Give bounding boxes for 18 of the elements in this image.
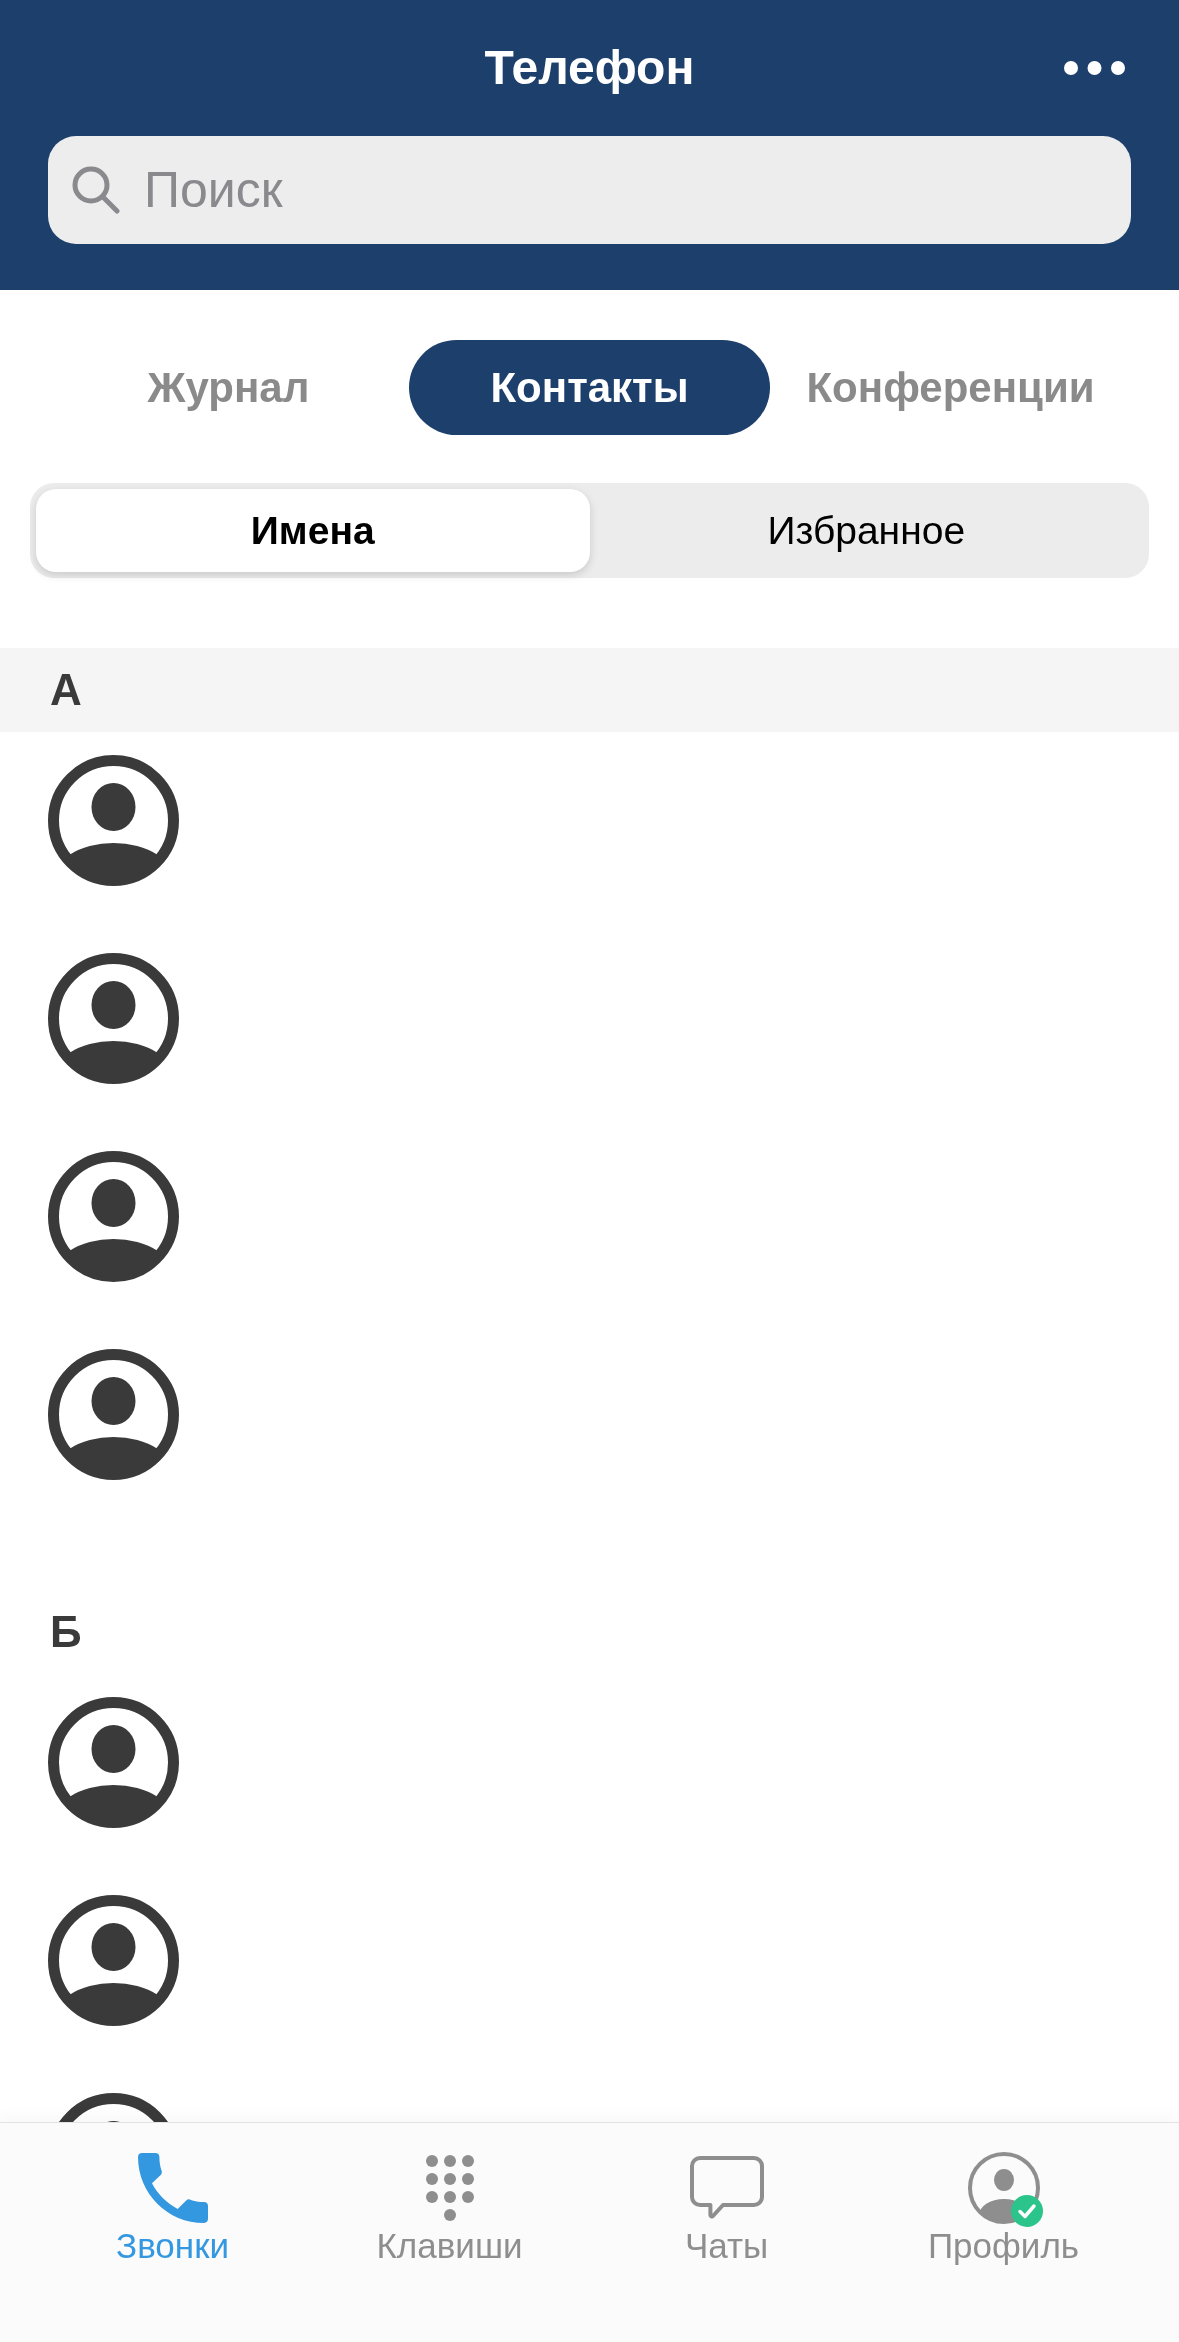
tab[interactable]: Контакты xyxy=(409,340,770,435)
segment-tab[interactable]: Избранное xyxy=(589,489,1143,572)
tab[interactable]: Конференции xyxy=(770,340,1131,435)
screen-title: Телефон xyxy=(484,40,695,97)
phone-icon xyxy=(137,2153,208,2223)
tab-bar-item[interactable]: Звонки xyxy=(110,2152,235,2267)
section-letter: Б xyxy=(50,1607,82,1657)
segment-tab[interactable]: Имена xyxy=(36,489,590,572)
keypad-icon xyxy=(425,2155,474,2221)
more-icon[interactable] xyxy=(1064,61,1125,75)
tab-bar-item[interactable]: Клавиши xyxy=(370,2152,529,2267)
section-letter: А xyxy=(50,665,82,715)
chat-bubble-icon xyxy=(688,2155,765,2221)
tab-bar-item[interactable]: Профиль xyxy=(921,2152,1086,2267)
tab-bar-item[interactable]: Чаты xyxy=(678,2152,775,2267)
search-icon xyxy=(72,166,120,214)
tab[interactable]: Журнал xyxy=(48,340,409,435)
search-field[interactable]: Поиск xyxy=(48,136,1131,244)
